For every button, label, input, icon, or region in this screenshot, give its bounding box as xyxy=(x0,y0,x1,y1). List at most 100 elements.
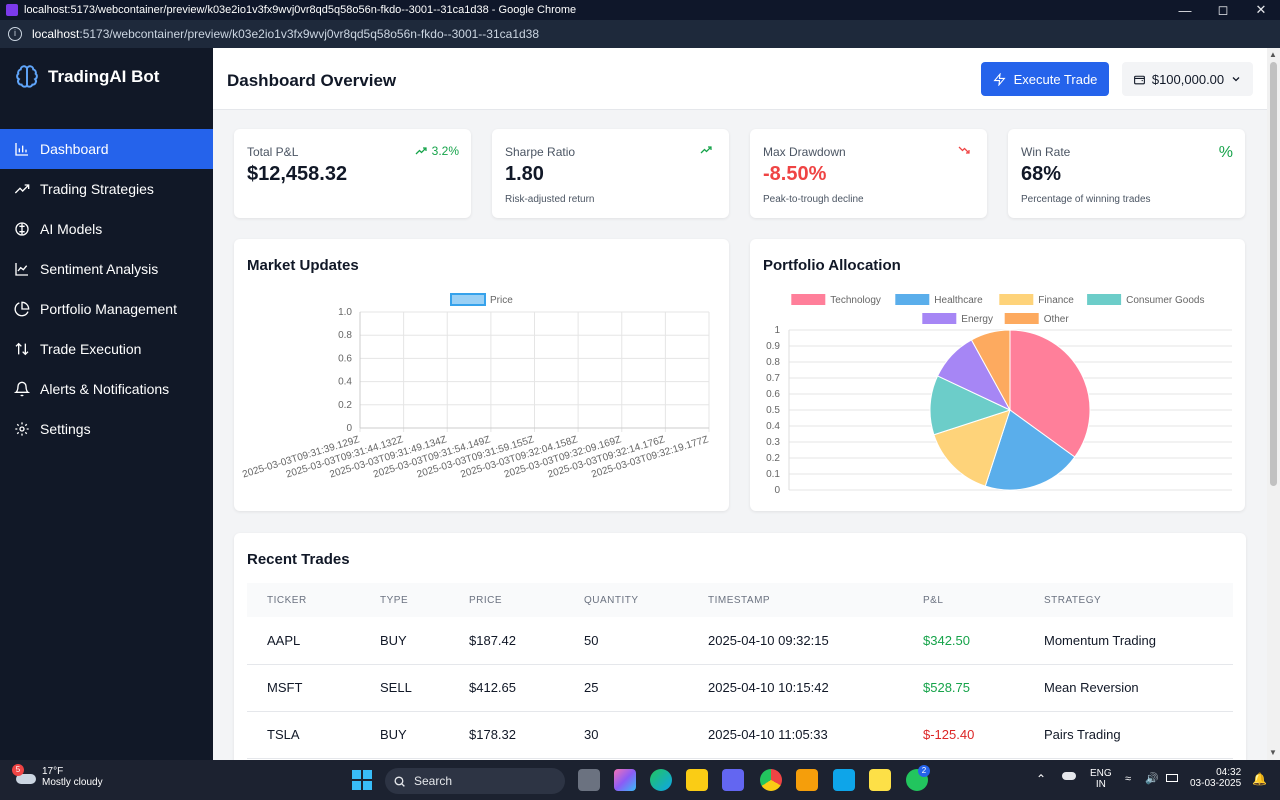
sidebar-item-sentiment-analysis[interactable]: Sentiment Analysis xyxy=(0,249,213,289)
teams-icon[interactable] xyxy=(722,769,744,791)
pnl-cell: $342.50 xyxy=(923,617,1044,665)
browser-titlebar: localhost:5173/webcontainer/preview/k03e… xyxy=(0,0,1280,20)
portfolio-allocation-panel: Portfolio Allocation Technology Healthcar… xyxy=(750,239,1245,511)
y-tick-label: 0.4 xyxy=(338,377,352,388)
whatsapp-icon[interactable]: 2 xyxy=(906,765,930,791)
volume-icon[interactable]: 🔊 xyxy=(1145,772,1159,785)
sidebar-item-dashboard[interactable]: Dashboard xyxy=(0,129,213,169)
page-title: Dashboard Overview xyxy=(227,71,397,90)
stat-value: 68% xyxy=(1021,163,1062,185)
scroll-up-icon[interactable]: ▲ xyxy=(1269,50,1277,59)
y-tick-label: 1 xyxy=(774,325,780,336)
quantity-cell: 50 xyxy=(584,617,708,665)
legend-label: Healthcare xyxy=(934,295,983,306)
sidebar-item-trading-strategies[interactable]: Trading Strategies xyxy=(0,169,213,209)
site-info-icon[interactable]: i xyxy=(8,27,22,41)
column-header[interactable]: QUANTITY xyxy=(584,583,708,617)
scrollbar-thumb[interactable] xyxy=(1270,62,1277,486)
stat-trend-value: 3.2% xyxy=(431,144,459,158)
language-indicator[interactable]: ENG IN xyxy=(1090,768,1112,790)
brand[interactable]: TradingAI Bot xyxy=(0,48,213,106)
column-header[interactable]: TIMESTAMP xyxy=(708,583,923,617)
sidebar-item-label: Dashboard xyxy=(40,141,109,157)
stat-label: Win Rate xyxy=(1021,145,1071,159)
column-header[interactable]: TICKER xyxy=(247,583,380,617)
chevron-up-icon[interactable]: ⌃ xyxy=(1036,772,1046,786)
whatsapp-badge: 2 xyxy=(918,765,930,777)
y-tick-label: 0 xyxy=(774,485,780,496)
balance-value: $100,000.00 xyxy=(1151,71,1225,87)
market-line-chart[interactable]: Price1.00.80.60.40.202025-03-03T09:31:39… xyxy=(234,239,729,511)
onedrive-cloud-icon[interactable] xyxy=(1062,772,1076,780)
scroll-down-icon[interactable]: ▼ xyxy=(1269,748,1277,757)
clock[interactable]: 04:32 03-03-2025 xyxy=(1190,767,1241,789)
strategy-cell: Mean Reversion xyxy=(1044,664,1233,712)
sidebar-item-settings[interactable]: Settings xyxy=(0,409,213,449)
maximize-icon[interactable]: ◻ xyxy=(1204,2,1242,18)
timestamp-cell: 2025-04-10 10:15:42 xyxy=(708,664,923,712)
sidebar-item-alerts-notifications[interactable]: Alerts & Notifications xyxy=(0,369,213,409)
stat-card-max-drawdown: Max Drawdown -8.50% Peak-to-trough decli… xyxy=(750,129,987,218)
address-bar[interactable]: i localhost:5173/webcontainer/preview/k0… xyxy=(0,20,1280,48)
task-view-icon[interactable] xyxy=(578,769,600,791)
minimize-icon[interactable]: — xyxy=(1166,3,1204,18)
notification-bell-icon[interactable]: 🔔 xyxy=(1252,772,1267,786)
portfolio-pie-chart[interactable]: Technology Healthcare Finance Consumer Good… xyxy=(750,239,1245,511)
trending-up-icon xyxy=(415,147,427,155)
close-icon[interactable]: ✕ xyxy=(1242,2,1280,18)
stat-trend: 3.2% xyxy=(413,144,459,158)
page-scrollbar[interactable]: ▲ ▼ xyxy=(1267,48,1280,760)
weather-widget[interactable]: 5 17°F Mostly cloudy xyxy=(12,764,103,788)
stat-card-win-rate: Win Rate 68% Percentage of winning trade… xyxy=(1008,129,1245,218)
percent-icon: % xyxy=(1218,144,1233,161)
vscode-icon[interactable] xyxy=(833,769,855,791)
sidebar-item-trade-execution[interactable]: Trade Execution xyxy=(0,329,213,369)
legend-swatch-consumer-goods xyxy=(1087,294,1122,305)
chrome-icon[interactable] xyxy=(760,769,782,791)
windows-taskbar: 5 17°F Mostly cloudy Search 2 ⌃ ENG IN ≈… xyxy=(0,760,1280,800)
legend-swatch-finance xyxy=(999,294,1034,305)
ticker-cell: AAPL xyxy=(247,617,380,665)
legend-label: Technology xyxy=(830,295,881,306)
y-tick-label: 0.6 xyxy=(766,389,780,400)
table-row[interactable]: AAPL BUY $187.42 50 2025-04-10 09:32:15 … xyxy=(247,617,1233,665)
pnl-cell: $528.75 xyxy=(923,664,1044,712)
table-row[interactable]: MSFT SELL $412.65 25 2025-04-10 10:15:42… xyxy=(247,664,1233,712)
price-cell: $178.32 xyxy=(469,711,584,759)
stat-label: Max Drawdown xyxy=(763,145,846,159)
balance-dropdown[interactable]: $100,000.00 xyxy=(1122,62,1253,96)
taskbar-search[interactable]: Search xyxy=(385,768,565,794)
stat-subtext: Risk-adjusted return xyxy=(505,194,595,205)
legend-swatch-price xyxy=(450,293,486,306)
stat-subtext: Peak-to-trough decline xyxy=(763,194,864,205)
sidebar-item-ai-models[interactable]: AI Models xyxy=(0,209,213,249)
sidebar: TradingAI Bot Dashboard Trading Strategi… xyxy=(0,48,213,760)
weather-temp: 17°F xyxy=(42,766,64,777)
wifi-icon[interactable]: ≈ xyxy=(1125,773,1131,785)
column-header[interactable]: P&L xyxy=(923,583,1044,617)
execute-trade-button[interactable]: Execute Trade xyxy=(981,62,1109,96)
column-header[interactable]: STRATEGY xyxy=(1044,583,1233,617)
battery-icon[interactable] xyxy=(1166,774,1178,782)
price-cell: $412.65 xyxy=(469,664,584,712)
sidebar-item-label: Settings xyxy=(40,421,91,437)
panel-title: Recent Trades xyxy=(247,551,350,568)
column-header[interactable]: PRICE xyxy=(469,583,584,617)
timestamp-cell: 2025-04-10 11:05:33 xyxy=(708,711,923,759)
edge-browser-icon[interactable] xyxy=(650,769,672,791)
windows-start-icon[interactable] xyxy=(352,770,372,790)
sticky-notes-icon[interactable] xyxy=(869,769,891,791)
legend-swatch-energy xyxy=(922,313,957,324)
store-icon[interactable] xyxy=(796,769,818,791)
table-row[interactable]: TSLA BUY $178.32 30 2025-04-10 11:05:33 … xyxy=(247,711,1233,759)
y-tick-label: 0.2 xyxy=(338,400,352,411)
column-header[interactable]: TYPE xyxy=(380,583,469,617)
file-explorer-icon[interactable] xyxy=(686,769,708,791)
quantity-cell: 30 xyxy=(584,711,708,759)
pie-chart-icon xyxy=(14,301,30,317)
gear-icon xyxy=(15,422,29,436)
search-label: Search xyxy=(414,774,453,788)
copilot-icon[interactable] xyxy=(614,769,636,791)
bolt-favicon-icon xyxy=(6,4,18,16)
sidebar-item-portfolio-management[interactable]: Portfolio Management xyxy=(0,289,213,329)
